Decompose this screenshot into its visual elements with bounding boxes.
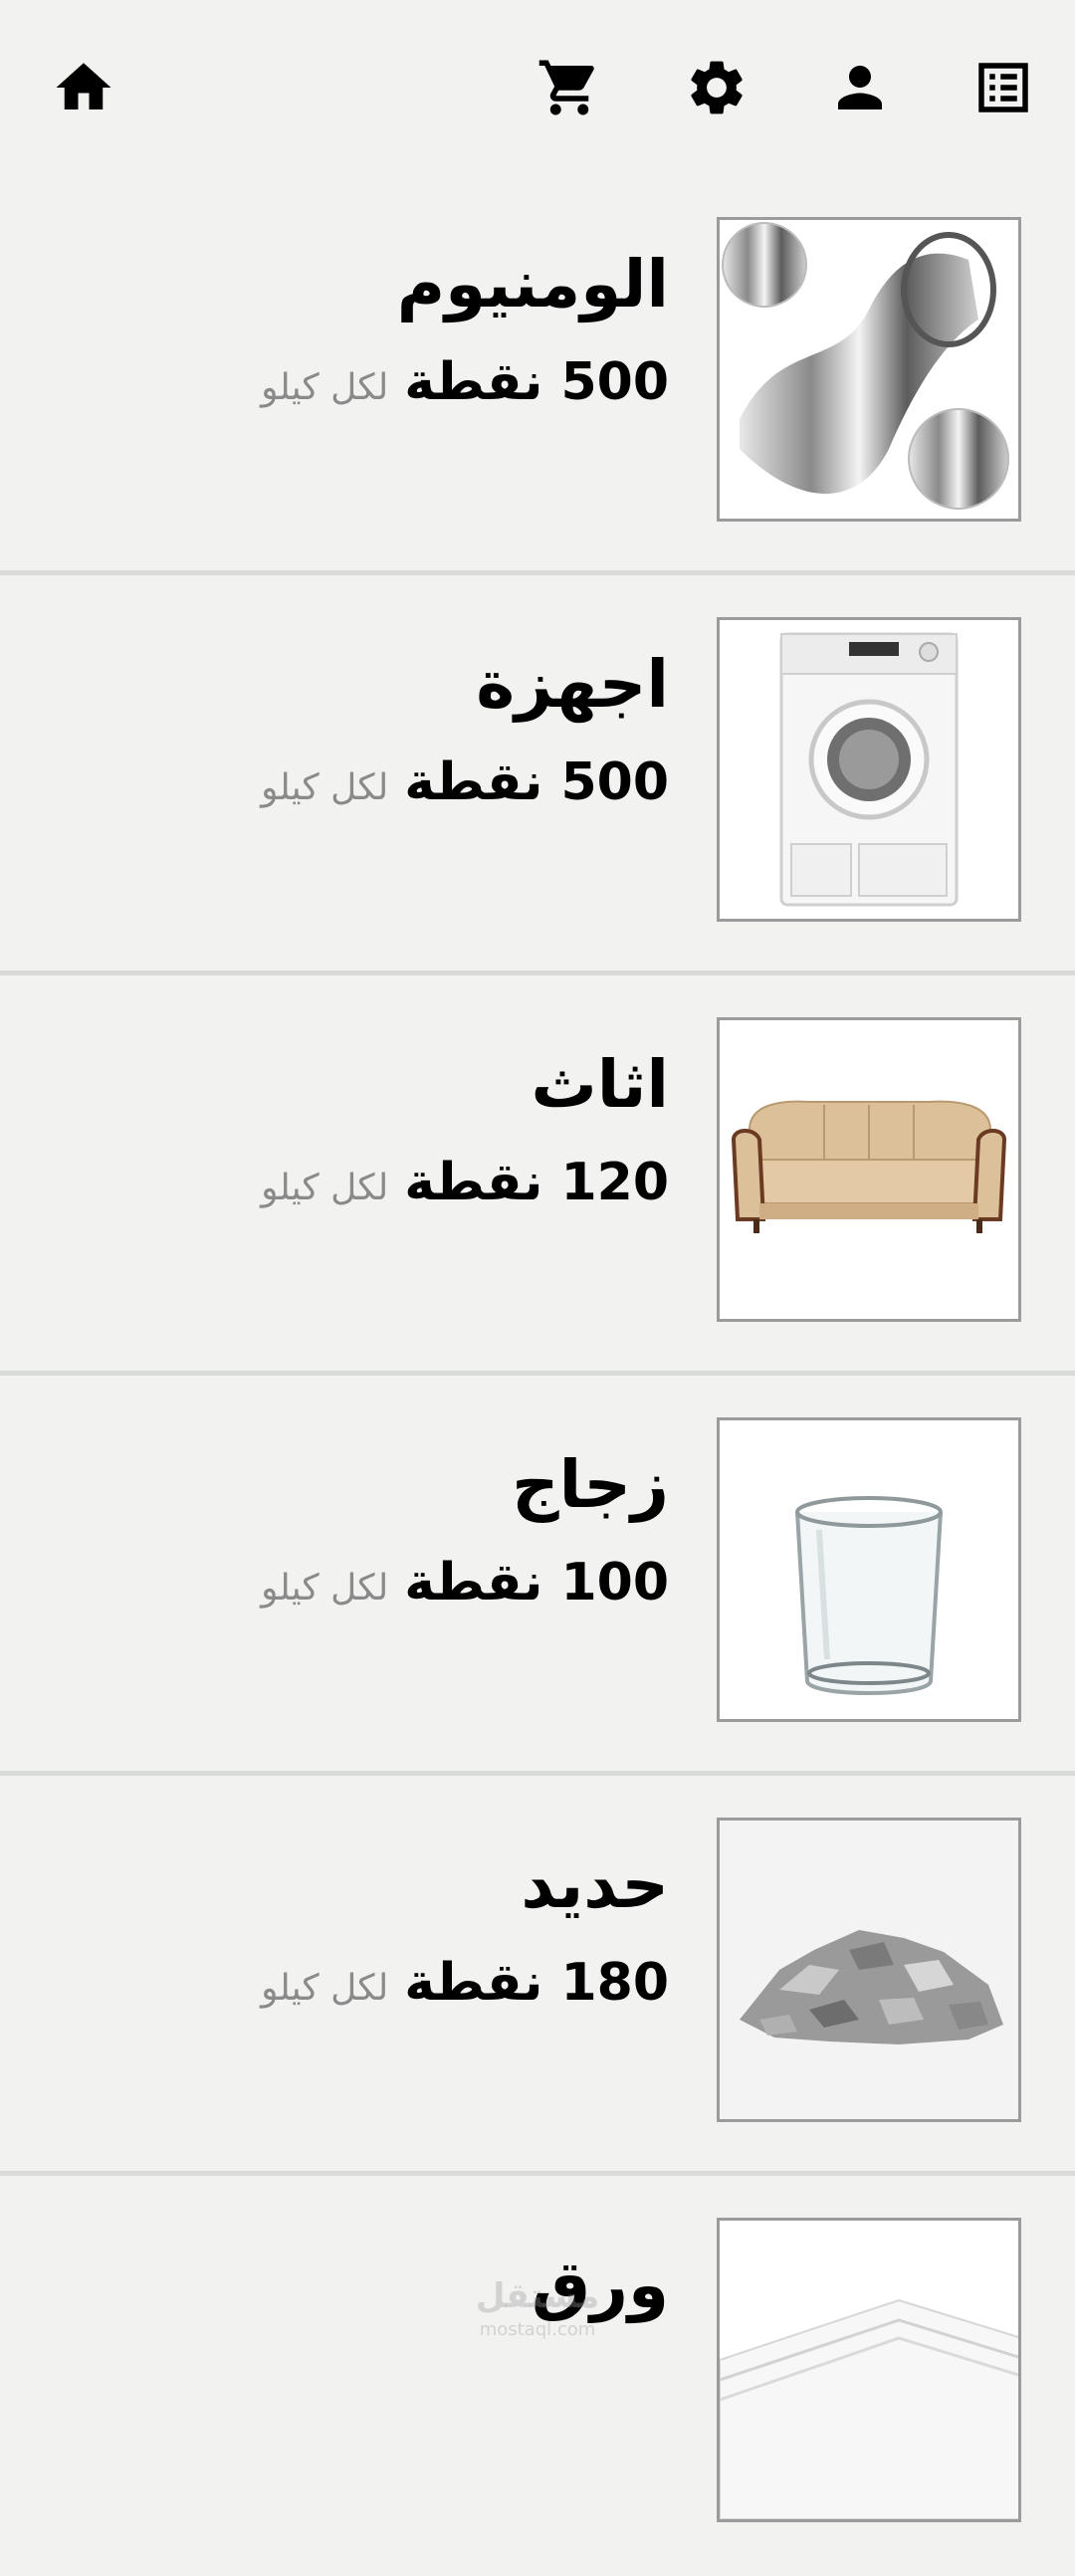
item-title: اجهزة	[476, 646, 669, 723]
gear-icon	[691, 61, 743, 114]
price-line: 180 نقطة لكل كيلو	[261, 1953, 669, 2019]
top-bar	[0, 0, 1075, 175]
shopping-cart-icon	[538, 60, 594, 115]
list-item-paper[interactable]: ورق	[0, 2176, 1075, 2576]
profile-button[interactable]	[820, 48, 900, 127]
item-unit: لكل كيلو	[261, 367, 389, 408]
list-item-appliances[interactable]: اجهزة 500 نقطة لكل كيلو	[0, 575, 1075, 975]
cart-button[interactable]	[530, 48, 609, 127]
item-price: 120 نقطة	[404, 1153, 669, 1212]
item-price: 100 نقطة	[404, 1553, 669, 1612]
item-unit: لكل كيلو	[261, 1968, 389, 2009]
iron-pieces-image	[717, 1818, 1021, 2122]
item-price: 180 نقطة	[404, 1953, 669, 2013]
item-unit: لكل كيلو	[261, 1568, 389, 1609]
glass-cup-image	[717, 1417, 1021, 1722]
price-line: 120 نقطة لكل كيلو	[261, 1153, 669, 1218]
list-item-iron[interactable]: حديد 180 نقطة لكل كيلو	[0, 1776, 1075, 2176]
price-line: 500 نقطة لكل كيلو	[261, 352, 669, 418]
person-icon	[838, 66, 882, 109]
item-unit: لكل كيلو	[261, 767, 389, 808]
item-unit: لكل كيلو	[261, 1168, 389, 1208]
watermark: مستقل mostaql.com	[475, 2276, 600, 2340]
price-line: 100 نقطة لكل كيلو	[261, 1553, 669, 1618]
washing-machine-image	[717, 617, 1021, 922]
aluminum-foil-image	[717, 217, 1021, 522]
list-item-aluminum[interactable]: الومنيوم 500 نقطة لكل كيلو	[0, 175, 1075, 575]
item-price: 500 نقطة	[404, 352, 669, 412]
list-button[interactable]	[964, 48, 1043, 127]
home-icon	[56, 63, 111, 109]
home-button[interactable]	[44, 48, 123, 127]
list-item-glass[interactable]: زجاج 100 نقطة لكل كيلو	[0, 1376, 1075, 1776]
item-title: اثاث	[531, 1046, 669, 1123]
sofa-image	[717, 1017, 1021, 1322]
item-price: 500 نقطة	[404, 752, 669, 812]
item-title: الومنيوم	[396, 246, 669, 322]
item-title: زجاج	[512, 1446, 669, 1523]
material-list: الومنيوم 500 نقطة لكل كيلو اجهزة 500 نقط…	[0, 175, 1075, 2576]
list-icon	[978, 63, 1028, 112]
list-item-furniture[interactable]: اثاث 120 نقطة لكل كيلو	[0, 975, 1075, 1376]
price-line: 500 نقطة لكل كيلو	[261, 752, 669, 818]
item-title: حديد	[521, 1846, 669, 1923]
paper-sheets-image	[717, 2218, 1021, 2522]
settings-button[interactable]	[677, 48, 756, 127]
